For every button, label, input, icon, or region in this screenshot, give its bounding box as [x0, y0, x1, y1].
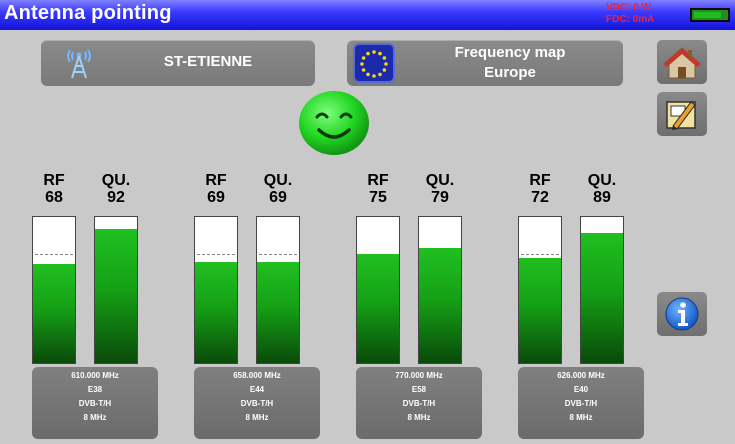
rf-level-fill — [357, 253, 399, 363]
power-status-line-1: VDC: 0 W — [606, 2, 651, 13]
quality-meter-label: QU. 92 — [94, 172, 138, 206]
channel-group-2: RF 69 QU. 69 658.000 MHz E44 DVB-T/H 8 M… — [194, 172, 320, 442]
rf-label: RF — [529, 172, 551, 189]
quality-level-fill — [581, 233, 623, 363]
channel-standard: DVB-T/H — [564, 399, 598, 408]
channel-frequency: 658.000 MHz — [233, 371, 281, 380]
channel-info-box[interactable]: 658.000 MHz E44 DVB-T/H 8 MHz — [194, 367, 320, 439]
quality-level-bar — [256, 216, 300, 364]
frequency-map-button[interactable]: Frequency map Europe — [347, 40, 623, 86]
channel-group-3: RF 75 QU. 79 770.000 MHz E58 DVB-T/H 8 M… — [356, 172, 482, 442]
rf-level-fill — [195, 262, 237, 363]
transmitter-tower-icon — [67, 49, 91, 79]
quality-label: QU. — [587, 172, 617, 189]
power-status-line-2: FDC: 0mA — [606, 14, 655, 25]
rf-value: 69 — [207, 189, 225, 206]
channel-frequency: 770.000 MHz — [395, 371, 443, 380]
channel-standard: DVB-T/H — [402, 399, 436, 408]
rf-meter-label: RF 72 — [518, 172, 562, 206]
quality-meter-label: QU. 69 — [256, 172, 300, 206]
quality-value: 92 — [107, 189, 125, 206]
home-button[interactable] — [657, 40, 707, 84]
frequency-map-title: Frequency map — [454, 44, 566, 61]
rf-label: RF — [43, 172, 65, 189]
quality-value: 89 — [593, 189, 611, 206]
quality-value: 69 — [269, 189, 287, 206]
threshold-marker — [197, 253, 235, 255]
channel-group-4: RF 72 QU. 89 626.000 MHz E40 DVB-T/H 8 M… — [518, 172, 644, 442]
edit-pencil-icon — [666, 101, 696, 130]
rf-level-fill — [519, 257, 561, 363]
channel-bandwidth: 8 MHz — [245, 413, 269, 422]
battery-icon — [690, 8, 730, 22]
rf-meter-label: RF 75 — [356, 172, 400, 206]
rf-label: RF — [367, 172, 389, 189]
rf-level-fill — [33, 263, 75, 363]
rf-level-bar — [32, 216, 76, 364]
quality-level-fill — [95, 228, 137, 363]
channel-group-1: RF 68 QU. 92 610.000 MHz E38 DVB-T/H 8 M… — [32, 172, 158, 442]
channel-frequency: 626.000 MHz — [557, 371, 605, 380]
quality-level-bar — [580, 216, 624, 364]
quality-label: QU. — [101, 172, 131, 189]
channel-number: E38 — [87, 385, 103, 394]
channel-number: E44 — [249, 385, 265, 394]
eu-flag-icon — [353, 43, 395, 83]
threshold-marker — [521, 253, 559, 255]
rf-level-bar — [518, 216, 562, 364]
threshold-marker — [259, 253, 297, 255]
page-title: Antenna pointing — [4, 2, 172, 24]
channel-info-box[interactable]: 770.000 MHz E58 DVB-T/H 8 MHz — [356, 367, 482, 439]
rf-meter-label: RF 69 — [194, 172, 238, 206]
frequency-map-label: Frequency map Europe — [407, 43, 613, 83]
threshold-marker — [35, 253, 73, 255]
info-button[interactable] — [657, 292, 707, 336]
rf-value: 75 — [369, 189, 387, 206]
rf-level-bar — [194, 216, 238, 364]
channel-number: E40 — [573, 385, 589, 394]
rf-meter-label: RF 68 — [32, 172, 76, 206]
quality-label: QU. — [263, 172, 293, 189]
title-bar: Antenna pointing VDC: 0 W FDC: 0mA — [0, 0, 735, 30]
rf-label: RF — [205, 172, 227, 189]
home-icon — [663, 47, 701, 79]
quality-level-bar — [94, 216, 138, 364]
power-status: VDC: 0 W FDC: 0mA — [606, 2, 674, 26]
rf-level-bar — [356, 216, 400, 364]
quality-value: 79 — [431, 189, 449, 206]
quality-meter-label: QU. 79 — [418, 172, 462, 206]
channel-info-box[interactable]: 626.000 MHz E40 DVB-T/H 8 MHz — [518, 367, 644, 439]
channel-standard: DVB-T/H — [240, 399, 274, 408]
transmitter-label: ST-ETIENNE — [163, 53, 253, 70]
quality-label: QU. — [425, 172, 455, 189]
quality-meter-label: QU. 89 — [580, 172, 624, 206]
channel-bandwidth: 8 MHz — [569, 413, 593, 422]
channel-number: E58 — [411, 385, 427, 394]
quality-level-fill — [257, 262, 299, 363]
quality-level-bar — [418, 216, 462, 364]
battery-level — [694, 12, 721, 18]
rf-value: 72 — [531, 189, 549, 206]
rf-value: 68 — [45, 189, 63, 206]
info-icon — [665, 297, 699, 331]
channel-standard: DVB-T/H — [78, 399, 112, 408]
quality-level-fill — [419, 247, 461, 363]
smiley-face-icon — [299, 91, 369, 155]
channel-info-box[interactable]: 610.000 MHz E38 DVB-T/H 8 MHz — [32, 367, 158, 439]
frequency-map-region: Europe — [484, 64, 536, 81]
channel-bandwidth: 8 MHz — [83, 413, 107, 422]
transmitter-button[interactable]: ST-ETIENNE — [41, 40, 315, 86]
channel-frequency: 610.000 MHz — [71, 371, 119, 380]
edit-button[interactable] — [657, 92, 707, 136]
channel-bandwidth: 8 MHz — [407, 413, 431, 422]
